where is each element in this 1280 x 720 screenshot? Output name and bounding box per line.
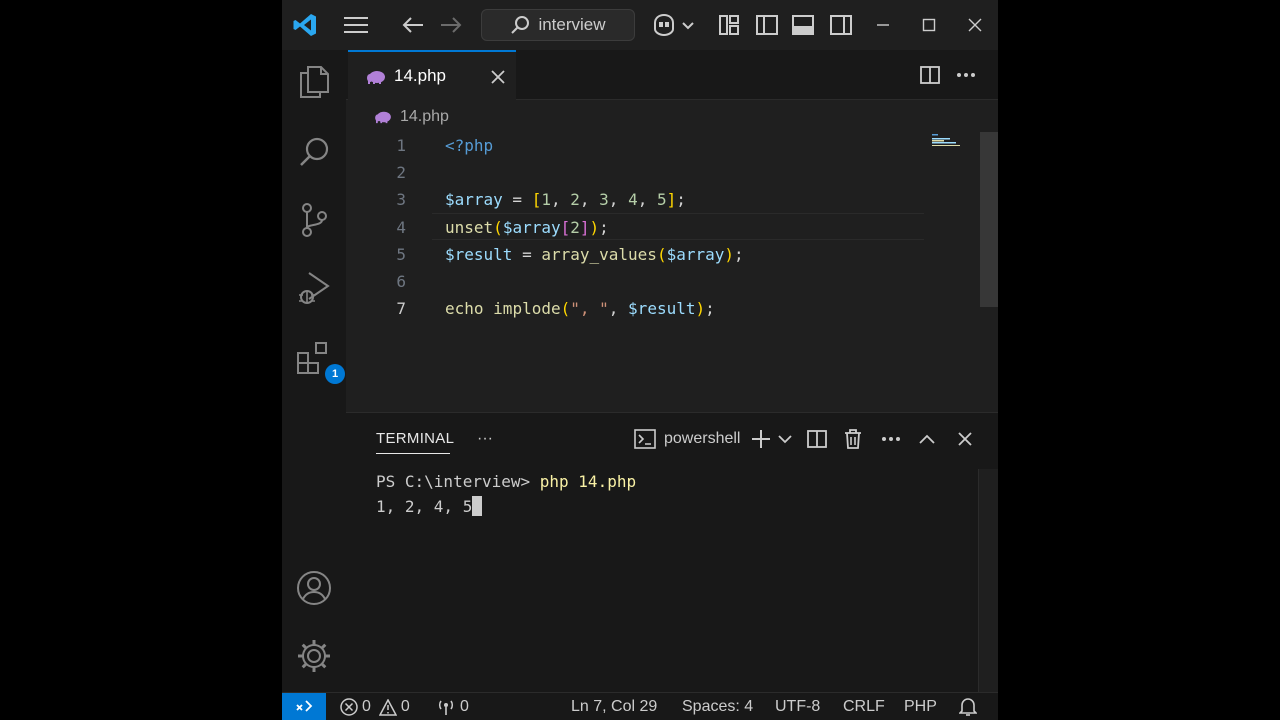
- minimize-icon[interactable]: [868, 10, 898, 40]
- activity-bar: 1: [282, 50, 346, 692]
- tab-14-php[interactable]: 14.php: [348, 50, 516, 100]
- menu-icon[interactable]: [341, 10, 371, 40]
- tab-title: 14.php: [394, 66, 446, 85]
- cursor-position[interactable]: Ln 7, Col 29: [571, 693, 657, 720]
- breadcrumb-file: 14.php: [400, 108, 449, 125]
- error-icon: [340, 698, 358, 716]
- end-of-line[interactable]: CRLF: [843, 693, 885, 720]
- line-number: 6: [396, 271, 406, 291]
- minimap[interactable]: [932, 134, 960, 146]
- command-center-search[interactable]: interview: [481, 9, 635, 41]
- line-number: 5: [396, 244, 406, 264]
- maximize-icon[interactable]: [914, 10, 944, 40]
- terminal-icon: [634, 429, 656, 449]
- terminal-result: 1, 2, 4, 5: [376, 497, 473, 516]
- line-number: 1: [396, 136, 406, 155]
- chevron-down-icon[interactable]: [772, 427, 798, 451]
- broadcast-icon: [438, 700, 454, 715]
- close-panel-icon[interactable]: [952, 427, 978, 451]
- title-bar: interview: [282, 0, 998, 50]
- code-line: 2: [346, 159, 946, 186]
- php-file-icon: [367, 71, 385, 84]
- remote-indicator-icon[interactable]: [282, 693, 326, 720]
- tab-terminal[interactable]: TERMINAL: [376, 430, 454, 447]
- breadcrumb[interactable]: 14.php: [374, 106, 449, 128]
- toggle-secondary-sidebar-icon[interactable]: [826, 10, 856, 40]
- line-number: 2: [396, 163, 406, 183]
- editor-scrollbar[interactable]: [980, 132, 998, 307]
- terminal-output[interactable]: PS C:\interview> php 14.php 1, 2, 4, 5: [376, 469, 636, 519]
- search-view-icon[interactable]: [292, 130, 336, 174]
- split-terminal-icon[interactable]: [804, 427, 830, 451]
- php-file-icon: [375, 111, 391, 124]
- search-text: interview: [538, 15, 606, 34]
- ports-count: 0: [460, 698, 469, 715]
- search-icon: [511, 16, 530, 34]
- close-window-icon[interactable]: [960, 10, 990, 40]
- code-line: 4 unset($array[2]);: [346, 214, 946, 241]
- code-line: 1 <?php: [346, 132, 946, 159]
- toggle-primary-sidebar-icon[interactable]: [752, 10, 782, 40]
- language-mode[interactable]: PHP: [904, 693, 937, 720]
- indentation[interactable]: Spaces: 4: [682, 693, 753, 720]
- terminal-command: php 14.php: [539, 472, 637, 491]
- new-terminal-plus-icon[interactable]: [748, 427, 774, 451]
- customize-layout-icon[interactable]: [714, 10, 744, 40]
- ports-indicator[interactable]: 0: [436, 693, 469, 720]
- source-control-icon[interactable]: [292, 198, 336, 242]
- more-actions-icon[interactable]: [878, 427, 904, 451]
- code-line: 3 $array = [1, 2, 3, 4, 5];: [346, 186, 946, 213]
- terminal-panel: TERMINAL ··· powershell PS C:\interview>…: [346, 412, 998, 693]
- split-editor-icon[interactable]: [918, 64, 942, 86]
- run-debug-icon[interactable]: [292, 266, 336, 310]
- toggle-panel-icon[interactable]: [788, 10, 818, 40]
- extensions-badge: 1: [325, 364, 345, 384]
- problems-indicator[interactable]: 0 0: [340, 693, 410, 720]
- notifications-bell-icon[interactable]: [959, 693, 977, 720]
- vscode-window: interview 1 14.php 14.php 1 <?php 2 3 $a…: [282, 0, 998, 720]
- shell-name: powershell: [664, 430, 741, 447]
- back-arrow-icon[interactable]: [398, 10, 428, 40]
- active-tab-indicator: [376, 453, 450, 454]
- manage-gear-icon[interactable]: [292, 634, 336, 678]
- line-number: 4: [396, 217, 406, 237]
- terminal-shell-selector[interactable]: powershell: [634, 427, 740, 451]
- copilot-icon[interactable]: [650, 10, 696, 40]
- extensions-icon[interactable]: 1: [292, 336, 345, 384]
- warning-count: 0: [400, 698, 410, 715]
- maximize-panel-chevron-up-icon[interactable]: [914, 427, 940, 451]
- more-actions-icon[interactable]: [954, 64, 978, 86]
- close-tab-icon[interactable]: [488, 67, 508, 87]
- explorer-icon[interactable]: [292, 60, 336, 104]
- tab-bar: 14.php: [346, 50, 998, 100]
- trash-icon[interactable]: [840, 427, 866, 451]
- encoding[interactable]: UTF-8: [775, 693, 820, 720]
- warning-icon: [378, 698, 397, 716]
- code-line: 7 echo implode(", ", $result);: [346, 295, 946, 322]
- line-number: 3: [396, 190, 406, 210]
- code-line: 5 $result = array_values($array);: [346, 241, 946, 268]
- vscode-logo-icon: [290, 10, 320, 40]
- accounts-icon[interactable]: [292, 566, 336, 610]
- code-editor[interactable]: 1 <?php 2 3 $array = [1, 2, 3, 4, 5]; 4 …: [346, 132, 946, 322]
- status-bar: 0 0 0 Ln 7, Col 29 Spaces: 4 UTF-8 CRLF …: [282, 692, 998, 720]
- terminal-prompt: PS C:\interview>: [376, 472, 540, 491]
- terminal-scrollbar[interactable]: [978, 469, 998, 693]
- error-count: 0: [362, 698, 371, 715]
- code-line: 6: [346, 268, 946, 295]
- line-number: 7: [396, 299, 406, 319]
- forward-arrow-icon[interactable]: [436, 10, 466, 40]
- editor-group: 14.php 14.php 1 <?php 2 3 $array = [1, 2…: [346, 50, 998, 412]
- terminal-cursor: [472, 496, 483, 516]
- panel-more-icon[interactable]: ···: [472, 427, 498, 451]
